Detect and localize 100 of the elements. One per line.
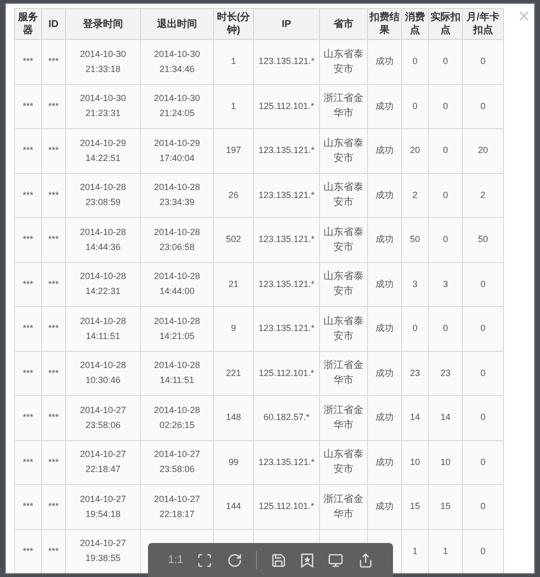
table-cell: 成功 [368, 40, 402, 84]
table-cell: 14 [402, 396, 428, 440]
table-cell: 2014-10-28 14:11:51 [140, 351, 214, 396]
table-cell: 1 [402, 529, 428, 573]
table-cell: 50 [402, 218, 428, 262]
column-header: 时长(分钟) [214, 8, 254, 40]
table-cell: 山东省泰安市 [320, 128, 368, 173]
table-cell: *** [42, 306, 66, 351]
table-cell: 2014-10-28 23:06:58 [140, 218, 214, 262]
table-cell: 20 [462, 128, 504, 173]
table-cell: 2014-10-29 14:22:51 [66, 128, 140, 173]
table-cell: 502 [214, 218, 254, 262]
table-cell: 成功 [368, 440, 402, 484]
column-header: 省市 [320, 8, 368, 40]
table-cell: 成功 [368, 128, 402, 173]
table-cell: 2014-10-27 23:58:06 [66, 396, 140, 440]
table-cell: 2014-10-28 02:26:15 [140, 396, 214, 440]
table-cell: 成功 [368, 218, 402, 262]
table-cell: 0 [428, 306, 462, 351]
rotate-icon[interactable] [226, 552, 242, 568]
table-cell: 123.135.121.* [254, 262, 320, 306]
monitor-icon[interactable] [328, 552, 344, 568]
table-cell: 125.112.101.* [254, 484, 320, 529]
column-header: 登录时间 [66, 8, 140, 40]
table-cell: 成功 [368, 173, 402, 218]
table-cell: 10 [428, 440, 462, 484]
table-cell: 10 [402, 440, 428, 484]
table-cell: 14 [428, 396, 462, 440]
table-cell: 123.135.121.* [254, 128, 320, 173]
table-cell: 23 [428, 351, 462, 396]
table-cell: 0 [462, 262, 504, 306]
zoom-reset-button[interactable]: 1:1 [168, 552, 184, 568]
table-cell: 2014-10-27 23:58:06 [140, 440, 214, 484]
table-cell: 山东省泰安市 [320, 262, 368, 306]
table-cell: 2014-10-27 22:18:47 [66, 440, 140, 484]
table-cell: 2014-10-29 17:40:04 [140, 128, 214, 173]
table-cell: 山东省泰安市 [320, 440, 368, 484]
table-cell: 2014-10-28 14:21:05 [140, 306, 214, 351]
table-cell: *** [14, 351, 42, 396]
table-cell: 2014-10-27 19:54:18 [66, 484, 140, 529]
table-cell: *** [14, 440, 42, 484]
table-cell: *** [42, 351, 66, 396]
table-cell: 144 [214, 484, 254, 529]
table-cell: *** [42, 128, 66, 173]
table-cell: 山东省泰安市 [320, 306, 368, 351]
table-cell: *** [14, 262, 42, 306]
table-cell: 0 [428, 40, 462, 84]
table-cell: 山东省泰安市 [320, 40, 368, 84]
table-cell: *** [14, 173, 42, 218]
table-cell: 山东省泰安市 [320, 218, 368, 262]
column-header: 月/年卡扣点 [462, 8, 504, 40]
table-cell: 15 [428, 484, 462, 529]
table-cell: 50 [462, 218, 504, 262]
table-cell: *** [42, 440, 66, 484]
table-cell: 2014-10-28 14:11:51 [66, 306, 140, 351]
table-cell: 2014-10-30 21:23:31 [66, 84, 140, 128]
table-cell: 2014-10-30 21:33:18 [66, 40, 140, 84]
table-cell: 0 [462, 40, 504, 84]
table-cell: 2 [462, 173, 504, 218]
table-cell: 3 [428, 262, 462, 306]
column-header: 扣费结果 [368, 8, 402, 40]
fit-screen-icon[interactable] [197, 552, 213, 568]
table-cell: 99 [214, 440, 254, 484]
table-cell: 0 [428, 84, 462, 128]
share-icon[interactable] [358, 552, 373, 568]
table-cell: 浙江省金华市 [320, 484, 368, 529]
table-cell: 2014-10-28 14:22:31 [66, 262, 140, 306]
table-cell: *** [42, 173, 66, 218]
save-icon[interactable] [270, 552, 286, 568]
table-cell: 0 [428, 218, 462, 262]
table-cell: 197 [214, 128, 254, 173]
table-cell: *** [14, 396, 42, 440]
table-cell: 0 [462, 396, 504, 440]
table-cell: 山东省泰安市 [320, 173, 368, 218]
table-cell: *** [42, 529, 66, 573]
table-cell: 125.112.101.* [254, 351, 320, 396]
table-cell: *** [42, 396, 66, 440]
table-cell: 123.135.121.* [254, 440, 320, 484]
table-cell: 21 [214, 262, 254, 306]
table-cell: 0 [462, 440, 504, 484]
bookmark-star-icon[interactable] [300, 552, 314, 568]
table-cell: 1 [214, 84, 254, 128]
table-cell: 221 [214, 351, 254, 396]
table-cell: *** [14, 84, 42, 128]
table-cell: 123.135.121.* [254, 40, 320, 84]
table-cell: 0 [462, 306, 504, 351]
table-cell: 0 [402, 84, 428, 128]
table-cell: 成功 [368, 351, 402, 396]
column-header: ID [42, 8, 66, 40]
column-header: 退出时间 [140, 8, 214, 40]
table-cell: *** [42, 218, 66, 262]
table-cell: 26 [214, 173, 254, 218]
table-cell: 1 [214, 40, 254, 84]
table-cell: 2014-10-30 21:34:46 [140, 40, 214, 84]
table-cell: 0 [428, 128, 462, 173]
column-header: 实际扣点 [428, 8, 462, 40]
table-cell: 9 [214, 306, 254, 351]
table-cell: 2014-10-27 19:38:55 [66, 529, 140, 573]
table-cell: 0 [402, 40, 428, 84]
table-cell: *** [14, 306, 42, 351]
